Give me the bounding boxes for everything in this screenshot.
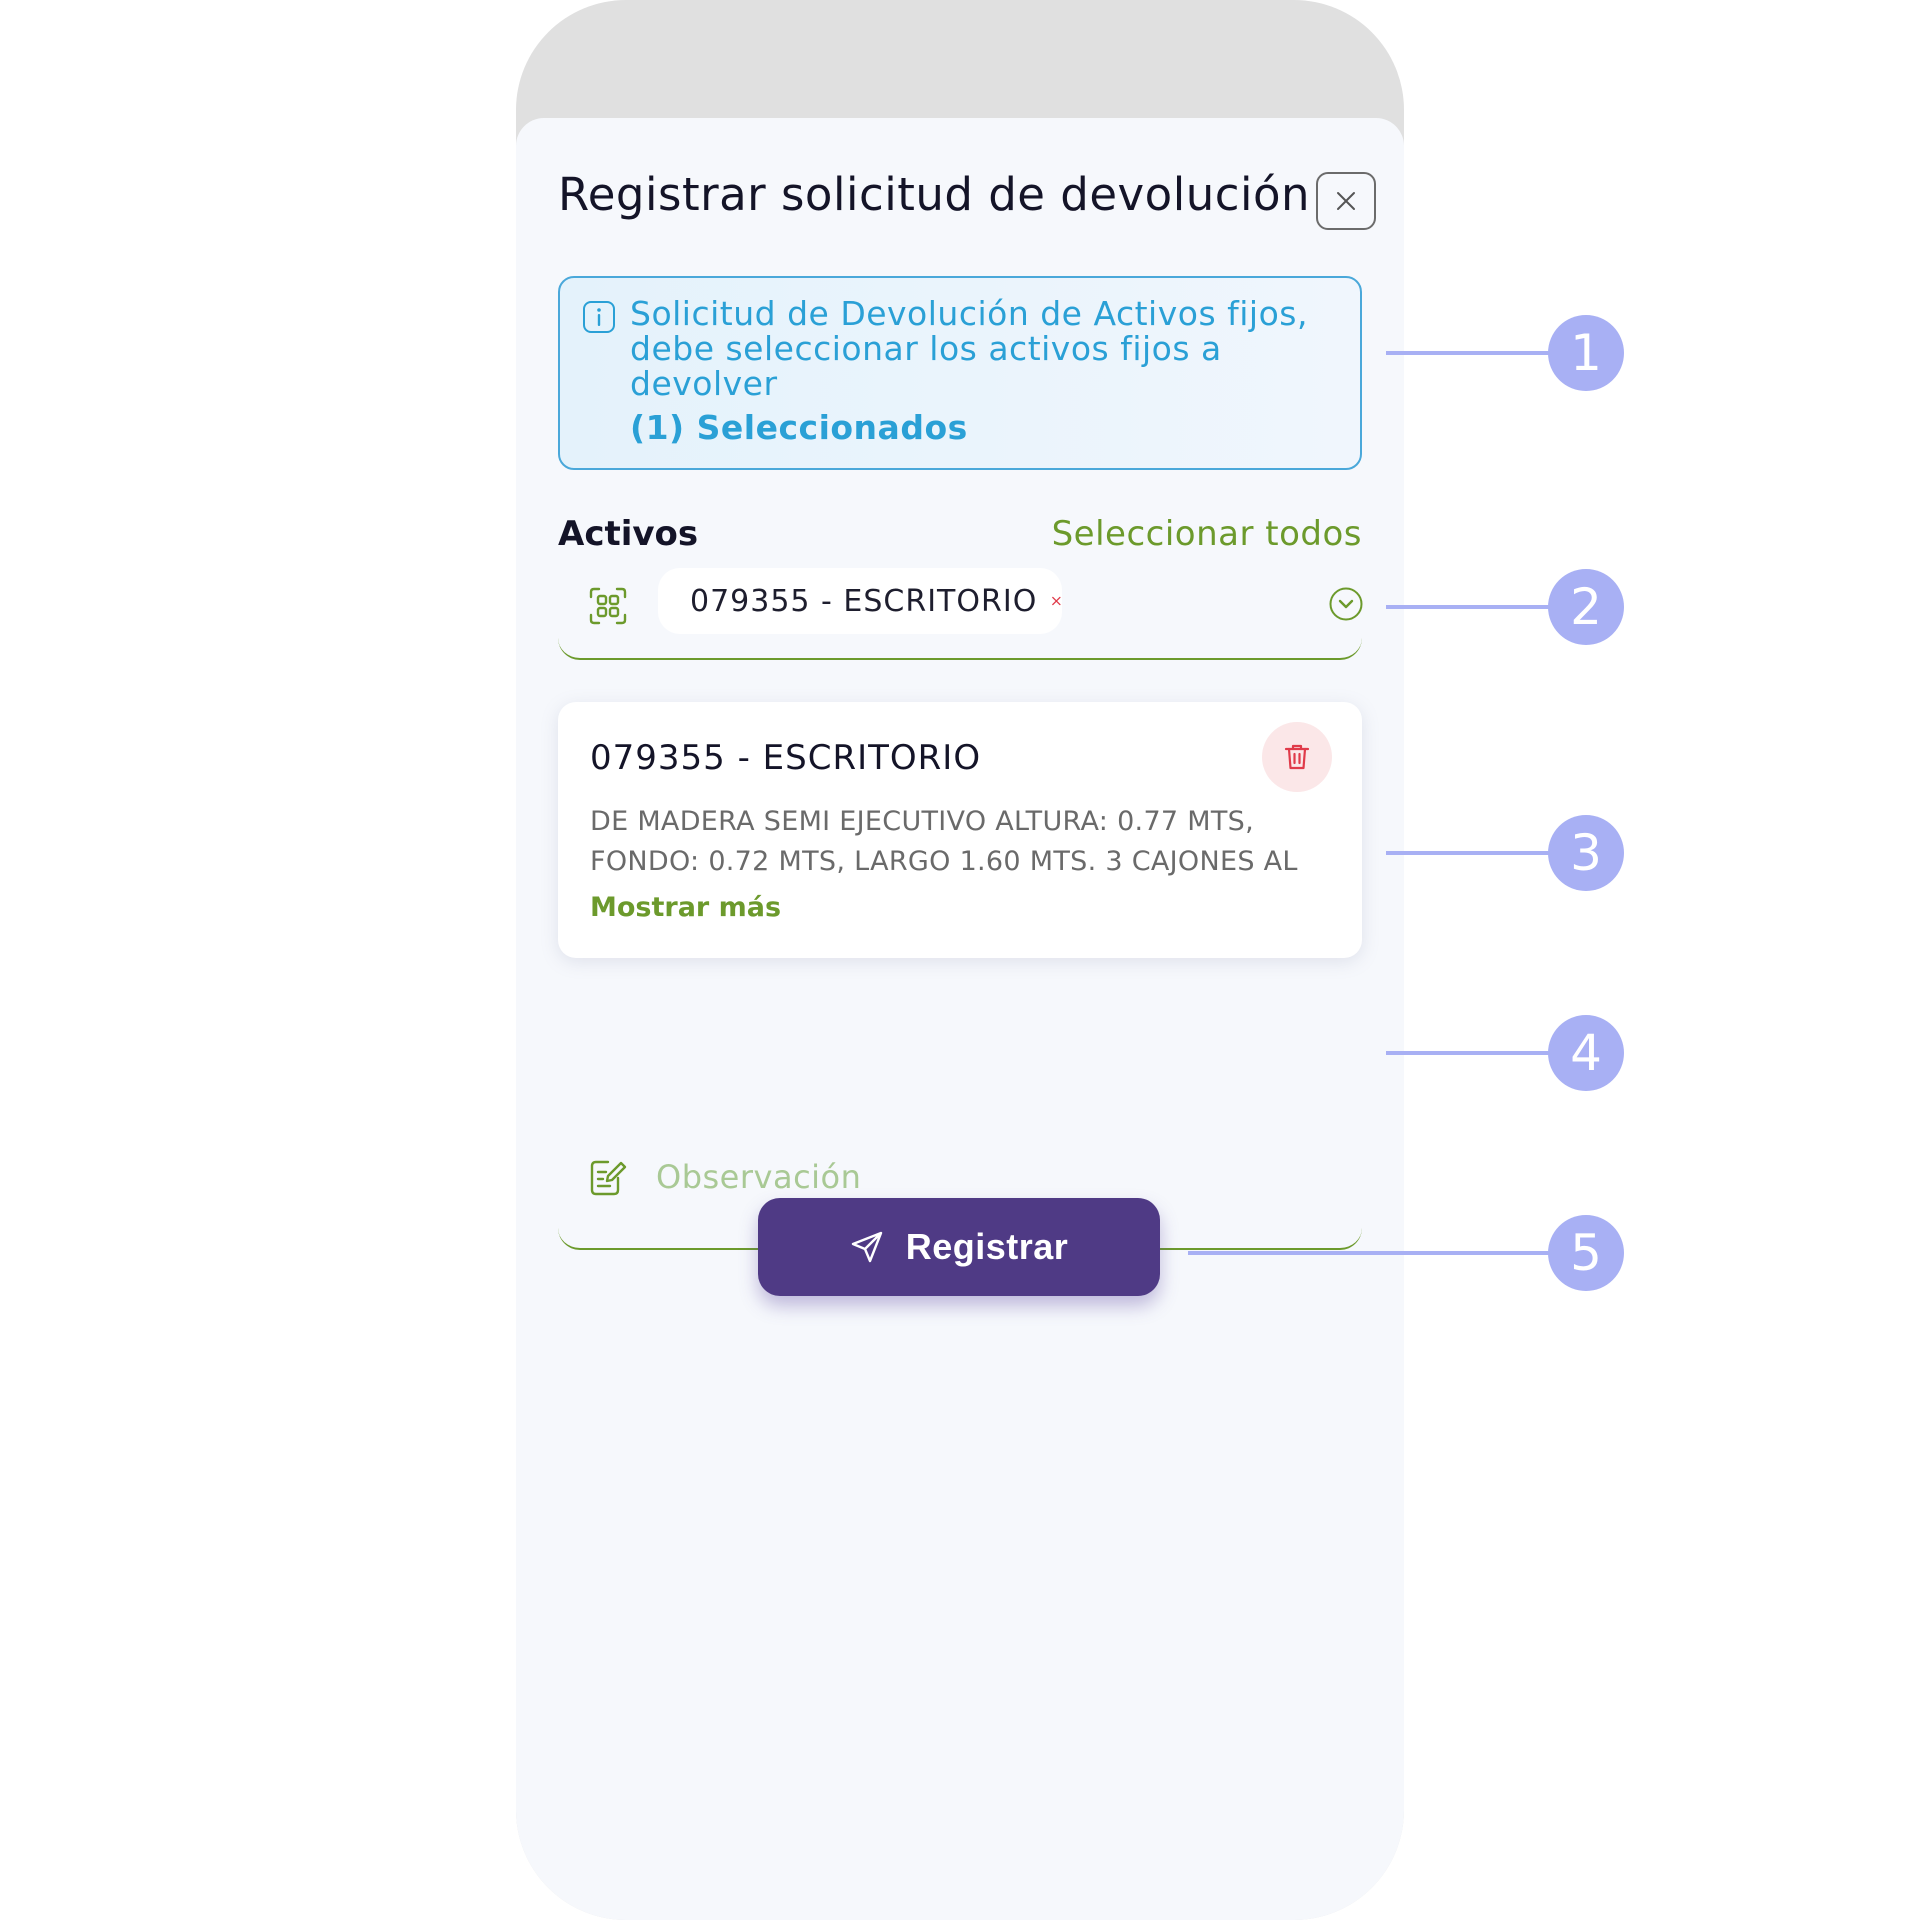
show-more-link[interactable]: Mostrar más: [590, 892, 781, 923]
info-banner: Solicitud de Devolución de Activos fijos…: [558, 276, 1362, 470]
qr-scan-icon[interactable]: [588, 586, 628, 626]
callout-badge-2: 2: [1548, 569, 1624, 645]
send-icon: [851, 1231, 882, 1263]
info-icon: [583, 301, 615, 333]
assets-label: Activos: [558, 514, 699, 554]
callout-line-4: [1386, 1051, 1552, 1055]
phone-frame: Registrar solicitud de devolución Solici…: [516, 0, 1404, 1920]
delete-asset-button[interactable]: [1262, 722, 1332, 792]
selected-count: (1) Seleccionados: [630, 408, 968, 447]
trash-icon: [1284, 744, 1310, 770]
close-button[interactable]: [1316, 172, 1376, 230]
register-button[interactable]: Registrar: [758, 1198, 1160, 1296]
callout-badge-4: 4: [1548, 1015, 1624, 1091]
info-message: Solicitud de Devolución de Activos fijos…: [630, 294, 1308, 403]
callout-line-2: [1386, 605, 1552, 609]
asset-card: 079355 - ESCRITORIO DE MADERA SEMI EJECU…: [558, 702, 1362, 958]
register-button-label: Registrar: [905, 1226, 1069, 1267]
modal-title: Registrar solicitud de devolución: [558, 168, 1311, 221]
callout-line-1: [1386, 351, 1552, 355]
asset-chip-label: 079355 - ESCRITORIO: [690, 583, 1038, 619]
callout-badge-3: 3: [1548, 815, 1624, 891]
callout-badge-1: 1: [1548, 315, 1624, 391]
asset-chip: 079355 - ESCRITORIO: [658, 568, 1062, 634]
modal-sheet: Registrar solicitud de devolución Solici…: [516, 118, 1404, 1920]
select-all-link[interactable]: Seleccionar todos: [1052, 514, 1362, 554]
callout-badge-5: 5: [1548, 1215, 1624, 1291]
callout-line-3: [1386, 851, 1552, 855]
asset-card-title: 079355 - ESCRITORIO: [590, 738, 982, 778]
asset-card-description: DE MADERA SEMI EJECUTIVO ALTURA: 0.77 MT…: [590, 806, 1298, 877]
assets-select[interactable]: 079355 - ESCRITORIO: [558, 568, 1364, 660]
chevron-down-icon[interactable]: [1328, 586, 1364, 622]
callout-line-5: [1188, 1251, 1552, 1255]
edit-note-icon: [590, 1160, 627, 1196]
remove-chip-icon[interactable]: [1051, 589, 1062, 613]
close-icon: [1337, 192, 1355, 210]
